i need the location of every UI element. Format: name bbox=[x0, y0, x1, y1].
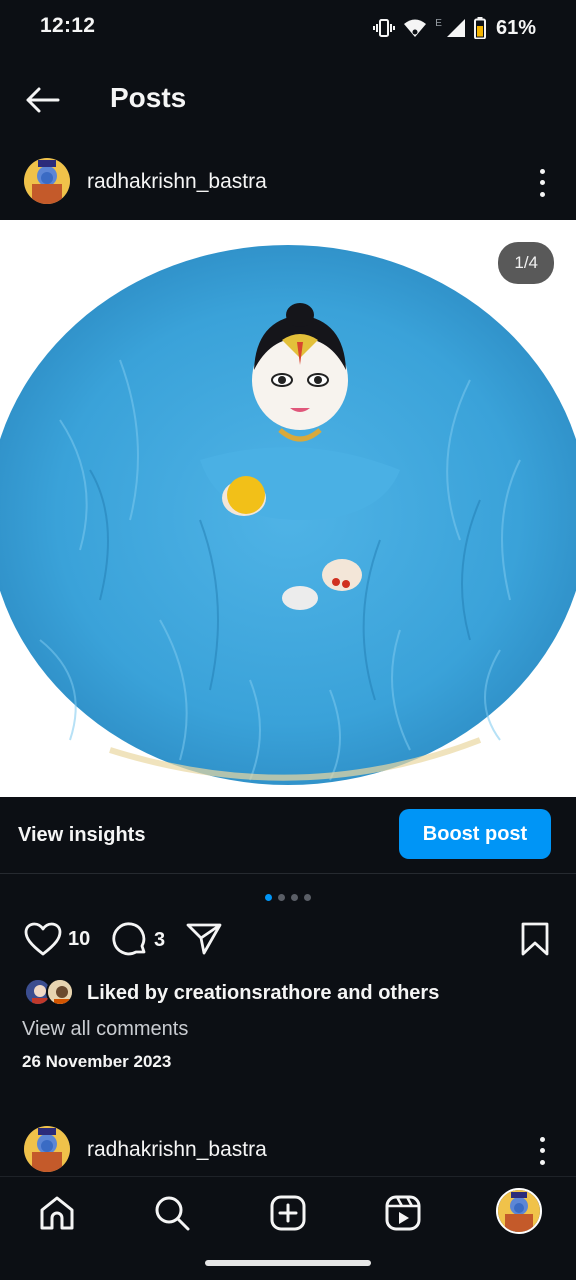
post-date: 26 November 2023 bbox=[22, 1052, 172, 1071]
reels-icon bbox=[385, 1195, 421, 1231]
more-dot bbox=[539, 1137, 545, 1143]
insights-bar: View insights Boost post bbox=[0, 797, 576, 874]
more-dot bbox=[539, 169, 545, 175]
liker-avatar bbox=[46, 978, 74, 1006]
wifi-icon bbox=[403, 18, 427, 38]
search-icon bbox=[155, 1196, 190, 1231]
vibrate-icon bbox=[373, 19, 396, 37]
post-header: radhakrishn_bastra bbox=[0, 150, 576, 214]
bookmark-icon bbox=[521, 922, 549, 956]
carousel-dot bbox=[265, 894, 272, 901]
nav-create-button[interactable] bbox=[266, 1191, 310, 1235]
status-icons: E 61% bbox=[373, 14, 536, 42]
liked-by-row[interactable]: Liked by creationsrathore and others bbox=[0, 978, 576, 1008]
battery-icon bbox=[473, 17, 486, 39]
battery-percent: 61% bbox=[495, 16, 536, 39]
view-insights-link[interactable]: View insights bbox=[18, 824, 145, 847]
more-options-button[interactable] bbox=[530, 1134, 554, 1168]
more-dot bbox=[539, 1159, 545, 1165]
status-time: 12:12 bbox=[40, 14, 96, 37]
send-icon bbox=[186, 923, 222, 955]
post-photo bbox=[0, 245, 576, 785]
home-icon bbox=[40, 1196, 74, 1230]
username[interactable]: radhakrishn_bastra bbox=[87, 1138, 267, 1162]
view-all-comments-link[interactable]: View all comments bbox=[22, 1018, 188, 1041]
header: Posts bbox=[0, 60, 576, 138]
comment-icon bbox=[112, 922, 146, 956]
next-post-header: radhakrishn_bastra bbox=[0, 1118, 576, 1182]
home-indicator[interactable] bbox=[205, 1260, 371, 1266]
signal-icon bbox=[446, 18, 466, 38]
liked-by-text[interactable]: Liked by creationsrathore and others bbox=[87, 982, 439, 1005]
like-button[interactable]: 10 bbox=[24, 922, 90, 956]
network-type-label: E bbox=[435, 17, 442, 29]
more-options-button[interactable] bbox=[530, 166, 554, 200]
more-dot bbox=[539, 1148, 545, 1154]
save-button[interactable] bbox=[520, 922, 550, 956]
page-title: Posts bbox=[110, 82, 187, 113]
carousel-dot bbox=[278, 894, 285, 901]
boost-post-button[interactable]: Boost post bbox=[399, 809, 551, 859]
nav-home-button[interactable] bbox=[35, 1191, 79, 1235]
post-actions: 10 3 bbox=[0, 918, 576, 964]
nav-search-button[interactable] bbox=[150, 1191, 194, 1235]
more-dot bbox=[539, 191, 545, 197]
image-counter: 1/4 bbox=[498, 242, 554, 284]
carousel-dot bbox=[304, 894, 311, 901]
back-button[interactable] bbox=[22, 82, 62, 118]
avatar[interactable] bbox=[24, 158, 70, 204]
nav-reels-button[interactable] bbox=[381, 1191, 425, 1235]
username[interactable]: radhakrishn_bastra bbox=[87, 170, 267, 194]
comment-button[interactable]: 3 bbox=[112, 922, 165, 958]
profile-avatar[interactable] bbox=[496, 1188, 542, 1234]
status-bar: 12:12 E 61% bbox=[0, 0, 576, 56]
avatar[interactable] bbox=[24, 1126, 70, 1172]
carousel-dot bbox=[291, 894, 298, 901]
create-icon bbox=[270, 1195, 306, 1231]
likes-count[interactable]: 10 bbox=[68, 928, 90, 951]
comments-count[interactable]: 3 bbox=[154, 929, 165, 952]
carousel-indicator bbox=[0, 894, 576, 901]
bottom-nav bbox=[0, 1176, 576, 1280]
liked-avatars bbox=[24, 978, 76, 1008]
more-dot bbox=[539, 180, 545, 186]
post-image[interactable]: 1/4 bbox=[0, 220, 576, 797]
heart-icon bbox=[24, 922, 62, 956]
share-button[interactable] bbox=[186, 922, 222, 956]
arrow-left-icon bbox=[26, 87, 60, 113]
